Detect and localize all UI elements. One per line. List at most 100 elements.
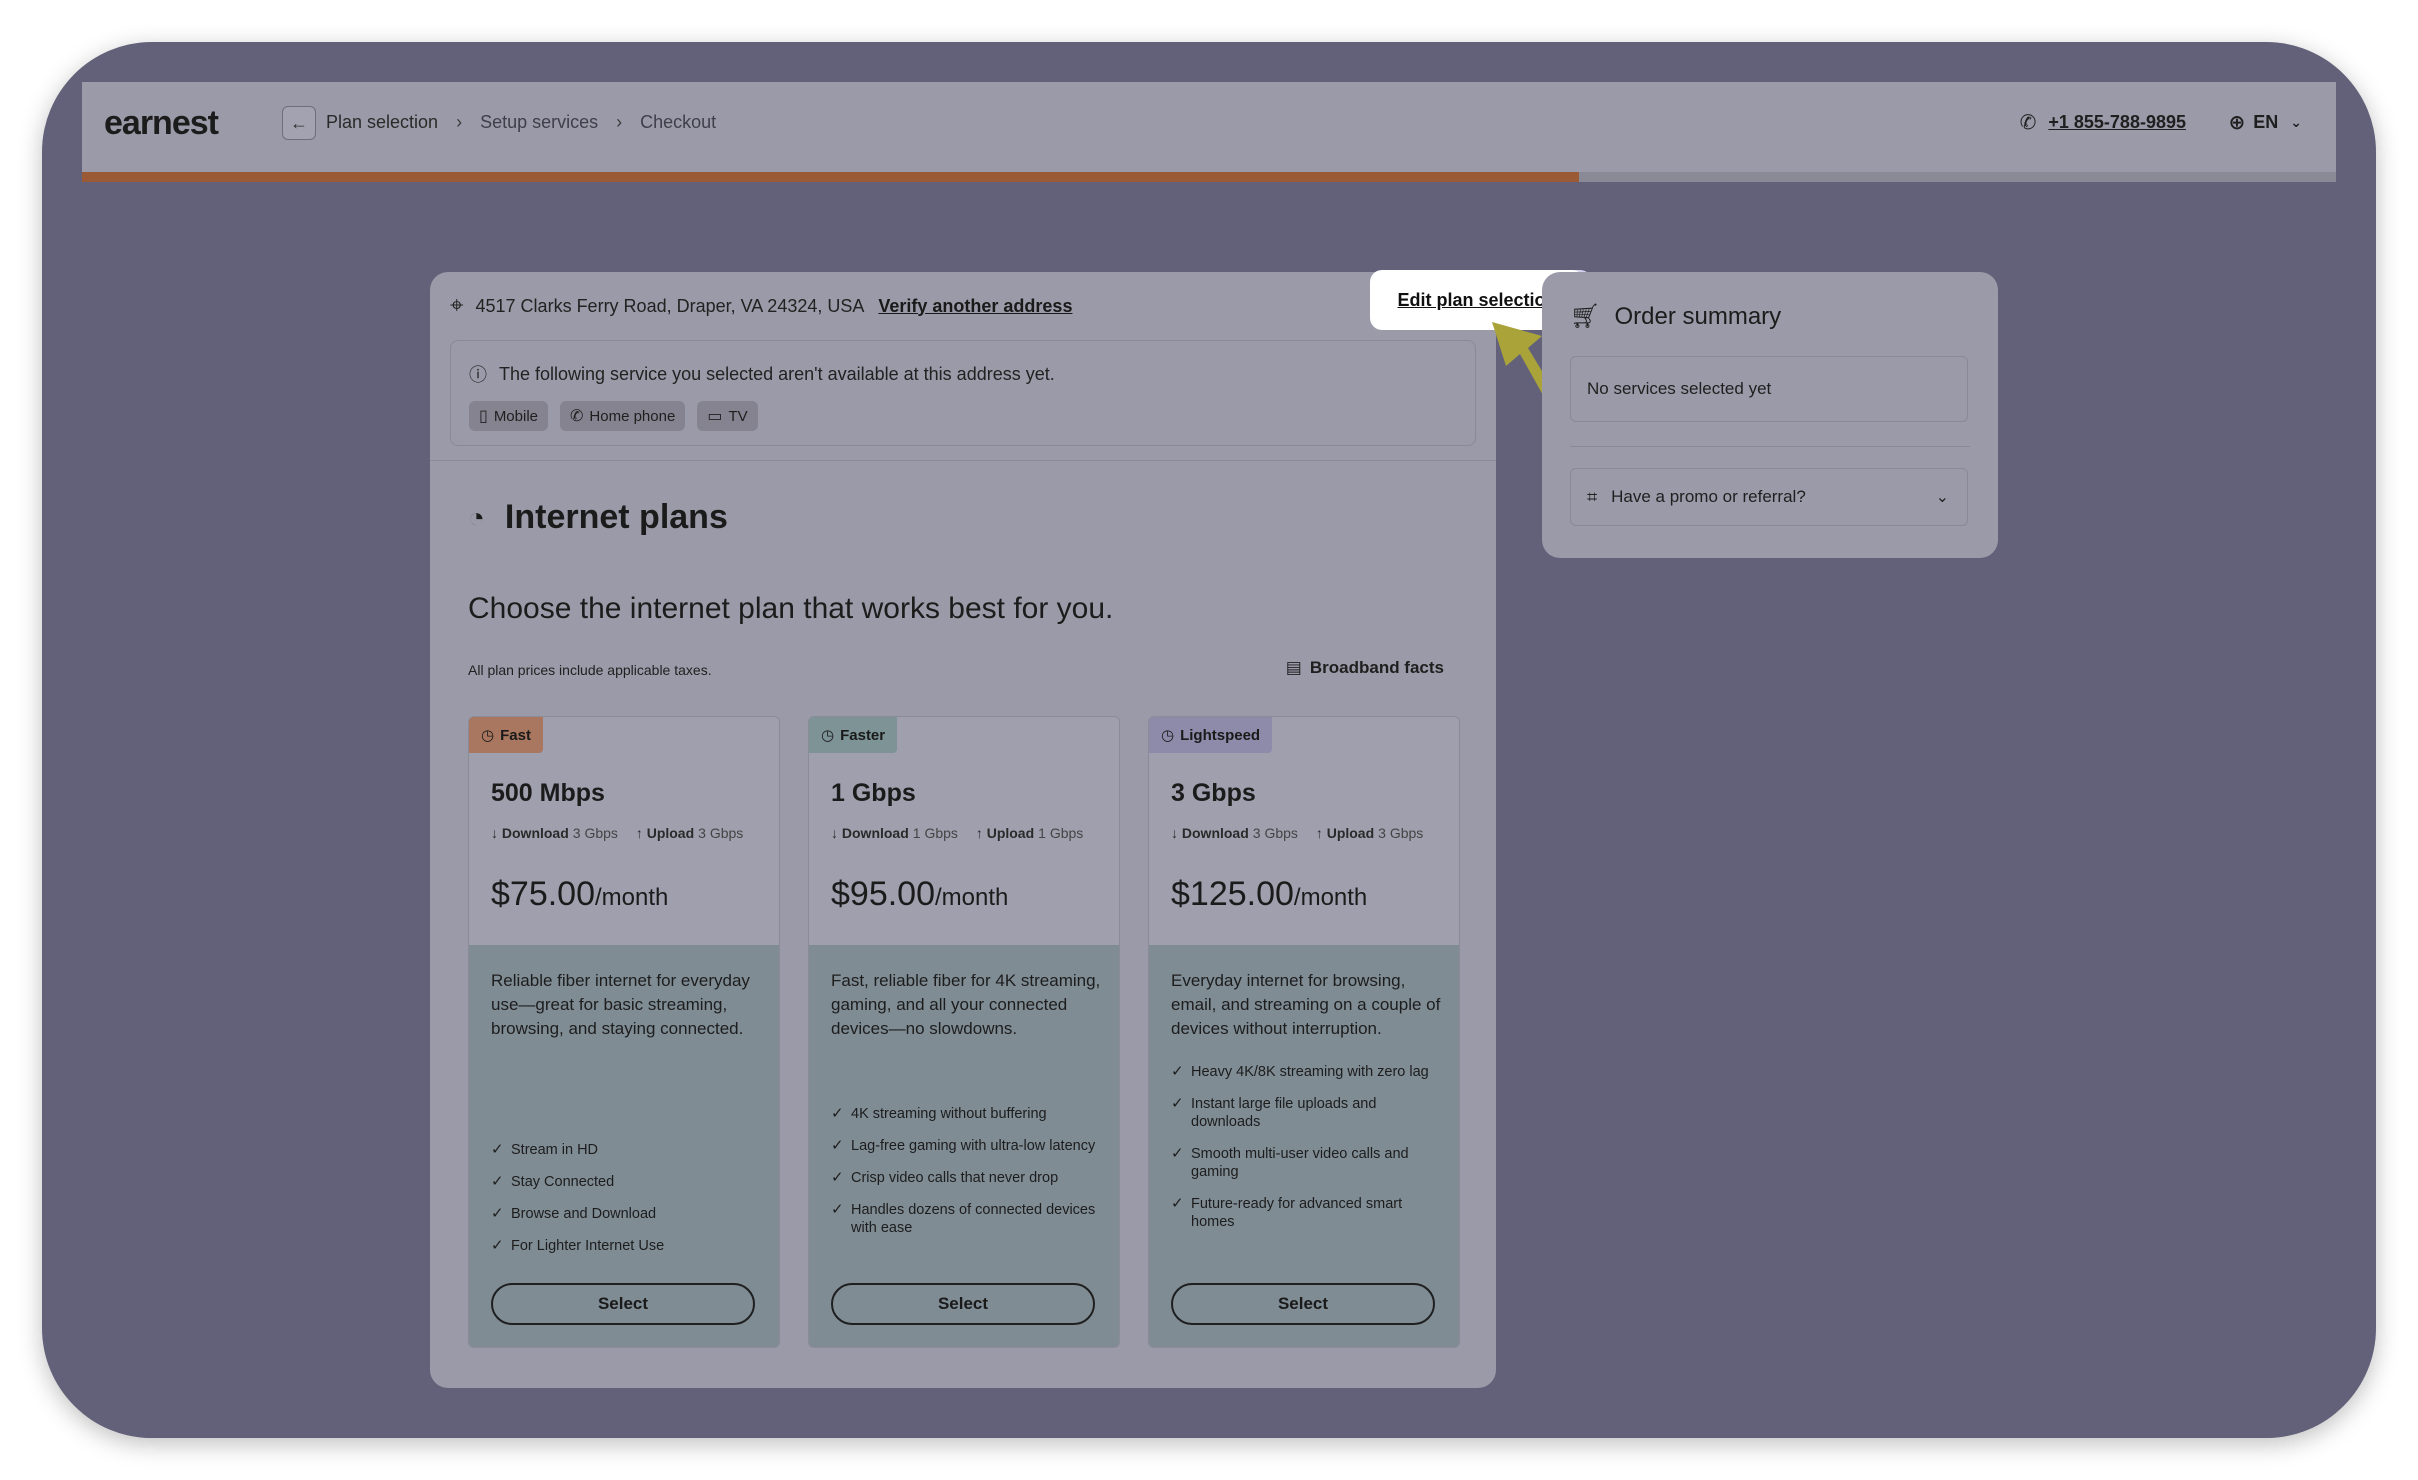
section-subtitle: Choose the internet plan that works best… — [468, 592, 1114, 625]
back-button[interactable]: ← — [282, 106, 316, 140]
location-pin-icon: ⌖ — [450, 292, 464, 319]
chip-mobile: ▯ Mobile — [469, 401, 548, 431]
divider — [1570, 446, 1970, 447]
check-icon: ✓ — [1171, 1195, 1184, 1212]
feature-item: ✓ Stream in HD — [491, 1141, 599, 1158]
tag-icon: ⌗ — [1587, 486, 1598, 507]
feature-item: ✓ 4K streaming without buffering — [831, 1105, 1047, 1122]
chip-label: TV — [728, 407, 748, 425]
language-code: EN — [2253, 112, 2279, 132]
globe-icon: ⊕ — [2228, 112, 2246, 134]
promo-referral-dropdown[interactable]: ⌗ Have a promo or referral? ⌄ — [1570, 468, 1968, 526]
device-frame: earnest ← Plan selection › Setup service… — [42, 42, 2376, 1438]
chip-tv: ▭ TV — [697, 401, 758, 431]
feature-item: ✓ For Lighter Internet Use — [491, 1237, 665, 1254]
chip-label: Mobile — [493, 407, 538, 425]
speed-icon: ◷ — [821, 727, 835, 744]
arrow-left-icon: ← — [290, 112, 308, 133]
check-icon: ✓ — [491, 1141, 504, 1158]
order-summary-title: 🛒︎ Order summary — [1570, 302, 1782, 331]
speedometer-icon: ◔ — [468, 501, 485, 533]
arrow-down-icon: ↓ — [1171, 825, 1178, 841]
feature-item: ✓ Instant large file uploads and download… — [1171, 1095, 1377, 1130]
check-icon: ✓ — [491, 1205, 504, 1222]
phone-icon: ✆ — [570, 408, 584, 425]
taxes-note: All plan prices include applicable taxes… — [468, 662, 712, 678]
arrow-down-icon: ↓ — [491, 825, 498, 841]
top-header: earnest ← Plan selection › Setup service… — [82, 82, 2336, 172]
check-icon: ✓ — [831, 1201, 844, 1218]
cart-icon: 🛒︎ — [1570, 303, 1601, 330]
chevron-down-icon: ⌄ — [1935, 489, 1949, 506]
check-icon: ✓ — [1171, 1095, 1184, 1112]
chevron-right-icon: › — [456, 112, 463, 132]
check-icon: ✓ — [831, 1137, 844, 1154]
promo-label: Have a promo or referral? — [1611, 487, 1806, 506]
check-icon: ✓ — [491, 1237, 504, 1254]
plan-speed: 1 Gbps — [831, 779, 916, 807]
breadcrumb-checkout[interactable]: Checkout — [640, 112, 716, 133]
plan-features: ✓ Heavy 4K/8K streaming with zero lag ✓ In… — [1171, 1063, 1441, 1245]
address-row: ⌖ 4517 Clarks Ferry Road, Draper, VA 243… — [450, 292, 1072, 320]
plan-card-500mbps: ◷ Fast 500 Mbps ↓ Download 3 Gbps ↑ Upload… — [468, 716, 780, 1348]
plan-rates: ↓ Download 1 Gbps ↑ Upload 1 Gbps — [831, 825, 1084, 841]
document-icon: ▤ — [1285, 658, 1302, 677]
plan-price: $75.00/month — [491, 875, 669, 913]
progress-bar — [82, 172, 2336, 182]
service-address: 4517 Clarks Ferry Road, Draper, VA 24324… — [475, 295, 865, 316]
verify-address-link[interactable]: Verify another address — [878, 296, 1072, 317]
speed-icon: ◷ — [481, 727, 495, 744]
order-summary-card: 🛒︎ Order summary No services selected ye… — [1542, 272, 1998, 558]
order-summary-empty: No services selected yet — [1570, 356, 1968, 422]
select-plan-3gbps-button[interactable]: Select — [1171, 1283, 1435, 1325]
plan-card-3gbps: ◷ Lightspeed 3 Gbps ↓ Download 3 Gbps ↑ Up… — [1148, 716, 1460, 1348]
unavailable-service-chips: ▯ Mobile ✆ Home phone ▭ TV — [469, 401, 770, 431]
check-icon: ✓ — [831, 1105, 844, 1122]
broadband-facts-label: Broadband facts — [1309, 658, 1444, 677]
check-icon: ✓ — [1171, 1145, 1184, 1162]
language-selector[interactable]: ⊕ EN ⌄ — [2228, 110, 2302, 135]
feature-item: ✓ Stay Connected — [491, 1173, 615, 1190]
progress-bar-fill — [82, 172, 1579, 182]
arrow-down-icon: ↓ — [831, 825, 838, 841]
feature-item: ✓ Future-ready for advanced smart homes — [1171, 1195, 1403, 1230]
notice-text: The following service you selected aren'… — [499, 363, 1055, 384]
plan-price: $95.00/month — [831, 875, 1009, 913]
plan-price: $125.00/month — [1171, 875, 1368, 913]
notice-message: ⓘ The following service you selected are… — [469, 361, 1055, 387]
earnest-logo[interactable]: earnest — [104, 104, 219, 143]
plan-features: ✓ Stream in HD ✓ Stay Connected ✓ Browse an… — [491, 1141, 761, 1269]
select-plan-1gbps-button[interactable]: Select — [831, 1283, 1095, 1325]
phone-number[interactable]: +1 855-788-9895 — [2048, 112, 2186, 133]
section-title-text: Internet plans — [504, 498, 728, 536]
check-icon: ✓ — [831, 1169, 844, 1186]
feature-item: ✓ Crisp video calls that never drop — [831, 1169, 1059, 1186]
plan-badge: ◷ Fast — [469, 717, 543, 753]
chevron-right-icon: › — [616, 112, 623, 132]
feature-item: ✓ Heavy 4K/8K streaming with zero lag — [1171, 1063, 1429, 1080]
broadband-facts-link[interactable]: ▤ Broadband facts — [1286, 658, 1444, 678]
breadcrumb-setup-services[interactable]: Setup services — [480, 112, 598, 133]
plan-badge: ◷ Lightspeed — [1149, 717, 1273, 753]
plan-speed: 3 Gbps — [1171, 779, 1256, 807]
check-icon: ✓ — [491, 1173, 504, 1190]
chip-label: Home phone — [589, 407, 676, 425]
phone-link[interactable]: ✆ +1 855-788-9895 — [2020, 110, 2186, 135]
phone-icon: ✆ — [2019, 112, 2037, 134]
select-plan-500mbps-button[interactable]: Select — [491, 1283, 755, 1325]
plan-description: Fast, reliable fiber for 4K streaming, g… — [831, 971, 1101, 1038]
arrow-up-icon: ↑ — [1315, 825, 1323, 841]
feature-item: ✓ Handles dozens of connected devices wit… — [831, 1201, 1096, 1236]
arrow-up-icon: ↑ — [635, 825, 643, 841]
divider — [430, 460, 1496, 461]
edit-plan-selection-link[interactable]: Edit plan selection — [1397, 290, 1556, 311]
feature-item: ✓ Browse and Download — [491, 1205, 657, 1222]
chip-home-phone: ✆ Home phone — [560, 401, 686, 431]
plan-speed: 500 Mbps — [491, 779, 605, 807]
plan-card-1gbps: ◷ Faster 1 Gbps ↓ Download 1 Gbps ↑ Upload… — [808, 716, 1120, 1348]
lightning-icon: ◷ — [1161, 727, 1175, 744]
info-icon: ⓘ — [469, 365, 487, 385]
plans-card: ⌖ 4517 Clarks Ferry Road, Draper, VA 243… — [430, 272, 1496, 1388]
unavailable-services-notice: ⓘ The following service you selected are… — [450, 340, 1476, 446]
breadcrumb-plan-selection[interactable]: Plan selection — [326, 112, 438, 133]
